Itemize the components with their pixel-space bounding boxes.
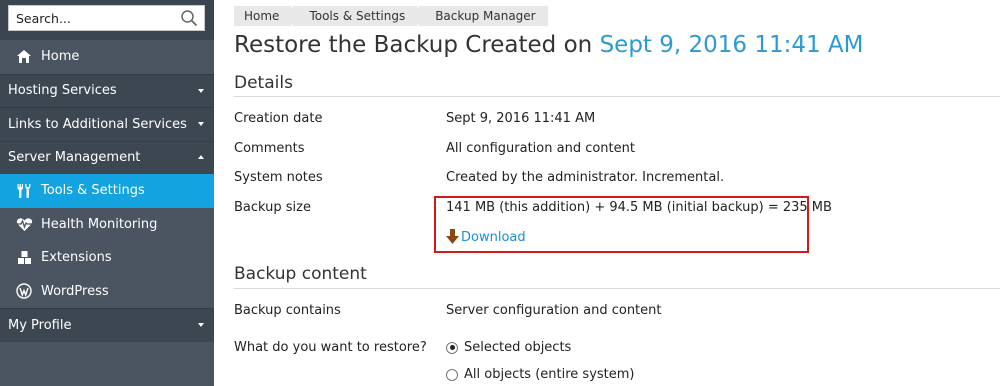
backup-contains-label: Backup contains <box>234 303 341 318</box>
sidebar-section-my-profile[interactable]: My Profile <box>0 308 214 342</box>
sidebar-item-extensions[interactable]: Extensions <box>0 241 214 275</box>
sidebar-section-label: Server Management <box>8 150 141 166</box>
backup-content-divider <box>234 288 1000 289</box>
sidebar-item-tools-settings[interactable]: Tools & Settings <box>0 174 214 208</box>
search-bar <box>0 0 214 40</box>
radio-label: All objects (entire system) <box>464 367 635 382</box>
breadcrumb: Home Tools & Settings Backup Manager <box>234 6 550 26</box>
sidebar-item-label: Home <box>41 49 80 65</box>
chevron-down-icon <box>198 122 204 126</box>
chevron-up-icon <box>198 154 204 159</box>
comments-value: All configuration and content <box>446 141 635 156</box>
sidebar-item-wordpress[interactable]: WordPress <box>0 274 214 308</box>
backup-contains-value: Server configuration and content <box>446 303 662 318</box>
chevron-down-icon <box>198 88 204 93</box>
sidebar-item-label: Tools & Settings <box>41 183 145 199</box>
breadcrumb-backup-manager[interactable]: Backup Manager <box>419 6 548 26</box>
sidebar: Home Hosting Services Links to Additiona… <box>0 0 214 386</box>
sidebar-section-hosting-services[interactable]: Hosting Services <box>0 73 214 107</box>
sidebar-item-health-monitoring[interactable]: Health Monitoring <box>0 207 214 241</box>
details-heading: Details <box>234 73 293 93</box>
breadcrumb-home[interactable]: Home <box>234 6 300 26</box>
chevron-down-icon <box>198 323 204 327</box>
page-title: Restore the Backup Created on Sept 9, 20… <box>234 32 864 58</box>
download-arrow-icon <box>446 229 459 244</box>
page-title-date: Sept 9, 2016 11:41 AM <box>599 32 864 58</box>
page-title-prefix: Restore the Backup Created on <box>234 32 593 58</box>
radio-all-objects[interactable]: All objects (entire system) <box>446 367 635 382</box>
download-label: Download <box>461 229 526 245</box>
sidebar-section-label: My Profile <box>8 317 72 333</box>
sidebar-item-label: WordPress <box>41 283 109 299</box>
download-link[interactable]: Download <box>446 229 526 245</box>
radio-label: Selected objects <box>464 340 572 355</box>
sidebar-item-home[interactable]: Home <box>0 40 214 74</box>
search-box <box>8 5 205 31</box>
radio-selected-objects[interactable]: Selected objects <box>446 340 571 355</box>
sidebar-item-label: Health Monitoring <box>41 216 158 232</box>
home-icon <box>14 48 34 66</box>
sidebar-item-label: Extensions <box>41 250 112 266</box>
heart-pulse-icon <box>14 215 34 233</box>
sidebar-section-label: Links to Additional Services <box>8 116 187 132</box>
system-notes-value: Created by the administrator. Incrementa… <box>446 170 725 185</box>
creation-date-label: Creation date <box>234 111 323 126</box>
creation-date-value: Sept 9, 2016 11:41 AM <box>446 111 596 126</box>
search-input[interactable] <box>9 6 169 30</box>
details-divider <box>234 96 1000 97</box>
radio-button-checked[interactable] <box>446 341 458 354</box>
restore-question-label: What do you want to restore? <box>234 340 427 355</box>
sidebar-section-label: Hosting Services <box>8 83 117 99</box>
sidebar-section-server-management[interactable]: Server Management <box>0 140 214 174</box>
backup-content-heading: Backup content <box>234 264 367 284</box>
comments-label: Comments <box>234 141 305 156</box>
breadcrumb-tools-settings[interactable]: Tools & Settings <box>293 6 425 26</box>
radio-button[interactable] <box>446 368 458 381</box>
system-notes-label: System notes <box>234 170 323 185</box>
tools-icon <box>14 182 34 200</box>
search-icon[interactable] <box>180 9 198 27</box>
backup-size-label: Backup size <box>234 200 311 215</box>
sidebar-section-links-to-additional-services[interactable]: Links to Additional Services <box>0 107 214 141</box>
extensions-icon <box>14 249 34 267</box>
wordpress-icon <box>14 282 34 300</box>
